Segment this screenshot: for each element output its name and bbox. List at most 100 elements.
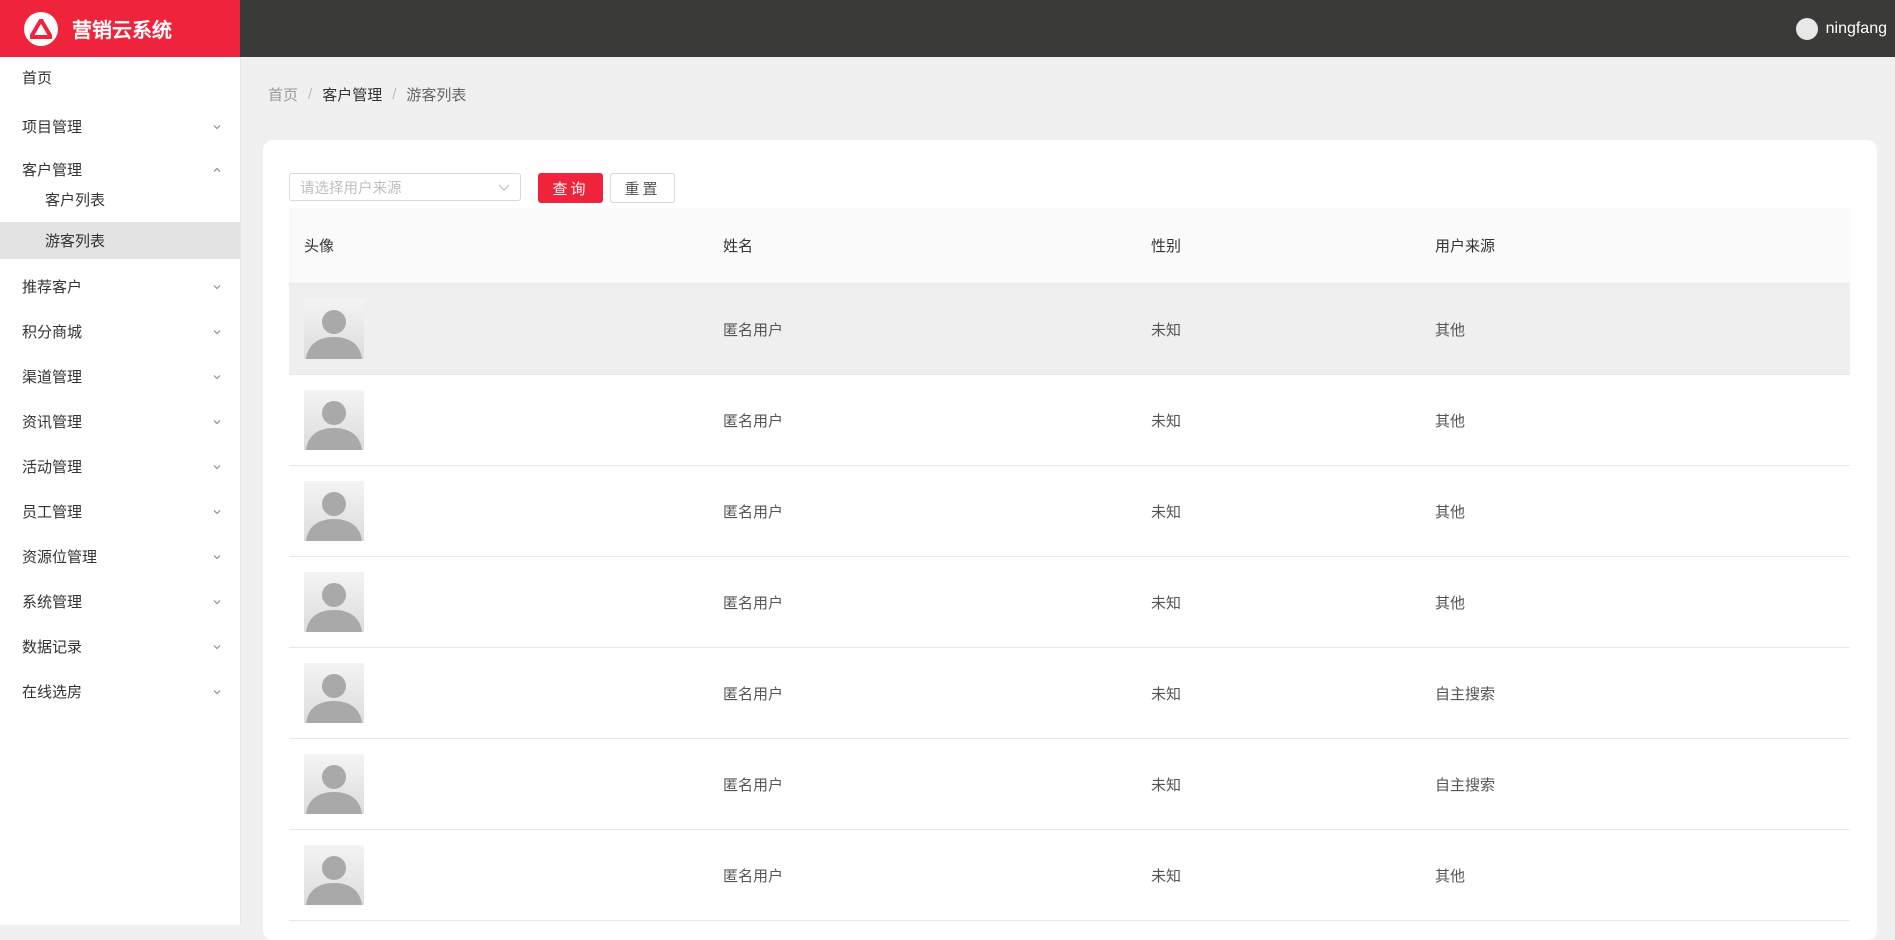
sidebar-item[interactable]: 客户列表 — [0, 179, 240, 219]
default-avatar-icon — [304, 299, 364, 359]
gender-cell: 未知 — [1151, 412, 1182, 430]
sidebar-item-label: 渠道管理 — [22, 369, 83, 386]
chevron-down-icon — [213, 374, 221, 379]
chevron-down-icon — [213, 644, 221, 649]
sidebar-item-label: 员工管理 — [22, 504, 83, 521]
sidebar-item-label: 积分商城 — [22, 324, 83, 341]
avatar-cell — [289, 390, 708, 450]
gender-cell: 未知 — [1151, 776, 1182, 794]
sidebar-item-label: 首页 — [22, 70, 53, 87]
sidebar-item-label: 客户列表 — [45, 191, 106, 209]
name-cell: 匿名用户 — [723, 776, 784, 794]
sidebar-item[interactable]: 项目管理 — [0, 104, 240, 149]
avatar-cell — [289, 754, 708, 814]
gender-cell: 未知 — [1151, 321, 1182, 339]
sidebar-item-label: 数据记录 — [22, 639, 83, 656]
breadcrumb-home[interactable]: 首页 — [268, 84, 298, 105]
username: ningfang — [1825, 19, 1887, 37]
default-avatar-icon — [304, 845, 364, 905]
app-title: 营销云系统 — [72, 20, 172, 42]
default-avatar-icon — [304, 754, 364, 814]
source-cell: 其他 — [1435, 867, 1466, 885]
avatar-cell — [289, 572, 708, 632]
source-cell: 其他 — [1435, 594, 1466, 612]
sidebar-item-label: 资源位管理 — [22, 549, 98, 566]
gender-cell: 未知 — [1151, 685, 1182, 703]
name-cell: 匿名用户 — [723, 594, 784, 612]
source-cell: 自主搜索 — [1435, 776, 1496, 794]
name-cell: 匿名用户 — [723, 867, 784, 885]
breadcrumb-section[interactable]: 客户管理 — [322, 84, 382, 105]
query-button[interactable]: 查询 — [538, 173, 603, 203]
sidebar-item-label: 推荐客户 — [22, 279, 83, 296]
sidebar-item-label: 资讯管理 — [22, 414, 83, 431]
gender-cell: 未知 — [1151, 503, 1182, 521]
name-cell: 匿名用户 — [723, 503, 784, 521]
chevron-down-icon — [213, 689, 221, 694]
source-cell: 自主搜索 — [1435, 685, 1496, 703]
chevron-down-icon — [213, 284, 221, 289]
visitor-table: 头像 姓名 性别 用户来源 匿名用户 未知 其他 匿名用户 未知 其他 匿名用户 未知 其他 匿名… — [289, 208, 1850, 921]
table-row: 匿名用户 未知 其他 — [289, 557, 1850, 648]
user-avatar — [1795, 17, 1818, 40]
default-avatar-icon — [304, 481, 364, 541]
reset-button[interactable]: 重置 — [610, 173, 675, 203]
triangle-logo-icon — [24, 11, 58, 46]
sidebar-item-label: 活动管理 — [22, 459, 83, 476]
sidebar-item-label: 系统管理 — [22, 594, 83, 611]
sidebar-item[interactable]: 活动管理 — [0, 444, 240, 489]
chevron-down-icon — [213, 419, 221, 424]
column-header-gender: 性别 — [1151, 238, 1182, 255]
sidebar-item[interactable]: 系统管理 — [0, 579, 240, 624]
source-cell: 其他 — [1435, 503, 1466, 521]
name-cell: 匿名用户 — [723, 321, 784, 339]
user-source-select[interactable]: 请选择用户来源 — [289, 173, 521, 201]
name-cell: 匿名用户 — [723, 412, 784, 430]
avatar-cell — [289, 663, 708, 723]
sidebar-item[interactable]: 在线选房 — [0, 669, 240, 714]
sidebar-item-label: 客户管理 — [22, 162, 83, 179]
chevron-down-icon — [498, 184, 510, 191]
sidebar-item[interactable]: 员工管理 — [0, 489, 240, 534]
avatar-cell — [289, 845, 708, 905]
content-card: 请选择用户来源 查询 重置 头像 姓名 性别 用户来源 匿名用户 未知 其他 匿名用户… — [263, 140, 1877, 940]
sidebar-item[interactable]: 游客列表 — [0, 222, 240, 259]
table-body: 匿名用户 未知 其他 匿名用户 未知 其他 匿名用户 未知 其他 匿名用户 未知 其他 匿名用户 未知 自主… — [289, 284, 1850, 921]
table-row: 匿名用户 未知 其他 — [289, 284, 1850, 375]
table-row: 匿名用户 未知 其他 — [289, 830, 1850, 921]
chevron-down-icon — [213, 124, 221, 129]
table-row: 匿名用户 未知 其他 — [289, 466, 1850, 557]
sidebar-item-label: 项目管理 — [22, 119, 83, 136]
table-row: 匿名用户 未知 其他 — [289, 375, 1850, 466]
sidebar-item[interactable]: 数据记录 — [0, 624, 240, 669]
chevron-down-icon — [213, 464, 221, 469]
breadcrumb-current: 游客列表 — [406, 86, 467, 104]
chevron-down-icon — [213, 329, 221, 334]
gender-cell: 未知 — [1151, 594, 1182, 612]
sidebar-item[interactable]: 首页 — [0, 55, 240, 100]
breadcrumb-separator: / — [308, 85, 313, 103]
sidebar-item[interactable]: 资讯管理 — [0, 399, 240, 444]
sidebar: 首页项目管理客户管理客户列表游客列表推荐客户积分商城渠道管理资讯管理活动管理员工… — [0, 57, 241, 925]
sidebar-item[interactable]: 资源位管理 — [0, 534, 240, 579]
breadcrumb: 首页 / 客户管理 / 游客列表 — [268, 84, 466, 104]
chevron-up-icon — [213, 167, 221, 172]
source-cell: 其他 — [1435, 412, 1466, 430]
sidebar-item[interactable]: 推荐客户 — [0, 264, 240, 309]
sidebar-item[interactable]: 渠道管理 — [0, 354, 240, 399]
breadcrumb-separator: / — [392, 85, 397, 103]
column-header-avatar: 头像 — [304, 238, 335, 255]
chevron-down-icon — [213, 599, 221, 604]
default-avatar-icon — [304, 663, 364, 723]
column-header-name: 姓名 — [723, 238, 754, 255]
logo-bar: 营销云系统 — [0, 0, 240, 57]
sidebar-item[interactable]: 积分商城 — [0, 309, 240, 354]
table-row: 匿名用户 未知 自主搜索 — [289, 739, 1850, 830]
top-header: ningfang — [240, 0, 1895, 57]
table-row: 匿名用户 未知 自主搜索 — [289, 648, 1850, 739]
user-menu[interactable]: ningfang — [1795, 17, 1887, 40]
sidebar-item-label: 在线选房 — [22, 684, 83, 701]
avatar-cell — [289, 299, 708, 359]
source-cell: 其他 — [1435, 321, 1466, 339]
column-header-source: 用户来源 — [1435, 238, 1496, 255]
